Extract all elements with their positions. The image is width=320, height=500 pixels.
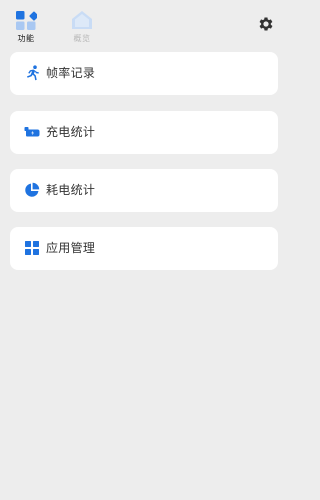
running-man-icon: [27, 65, 39, 81]
menu-item-app-management[interactable]: 应用管理: [10, 227, 278, 270]
battery-charging-icon: [24, 127, 40, 137]
gear-icon[interactable]: [257, 15, 275, 33]
grid-diamond-icon: [16, 11, 37, 30]
menu-item-label: 充电统计: [46, 125, 96, 139]
tab-functions-label: 功能: [17, 34, 35, 43]
menu-item-label: 耗电统计: [46, 183, 96, 197]
top-bar: 功能 概览: [0, 0, 286, 48]
menu-item-power-usage-stats[interactable]: 耗电统计: [10, 169, 278, 212]
pie-chart-icon: [25, 182, 40, 197]
tab-overview[interactable]: 概览: [64, 9, 100, 44]
app-grid-icon: [25, 241, 39, 255]
tab-overview-label: 概览: [73, 34, 91, 43]
house-icon: [72, 11, 92, 29]
tab-functions[interactable]: 功能: [8, 9, 44, 44]
menu-item-charging-stats[interactable]: 充电统计: [10, 111, 278, 154]
menu-item-label: 帧率记录: [46, 66, 96, 80]
menu-item-label: 应用管理: [46, 241, 96, 255]
menu-item-frame-rate[interactable]: 帧率记录: [10, 52, 278, 95]
